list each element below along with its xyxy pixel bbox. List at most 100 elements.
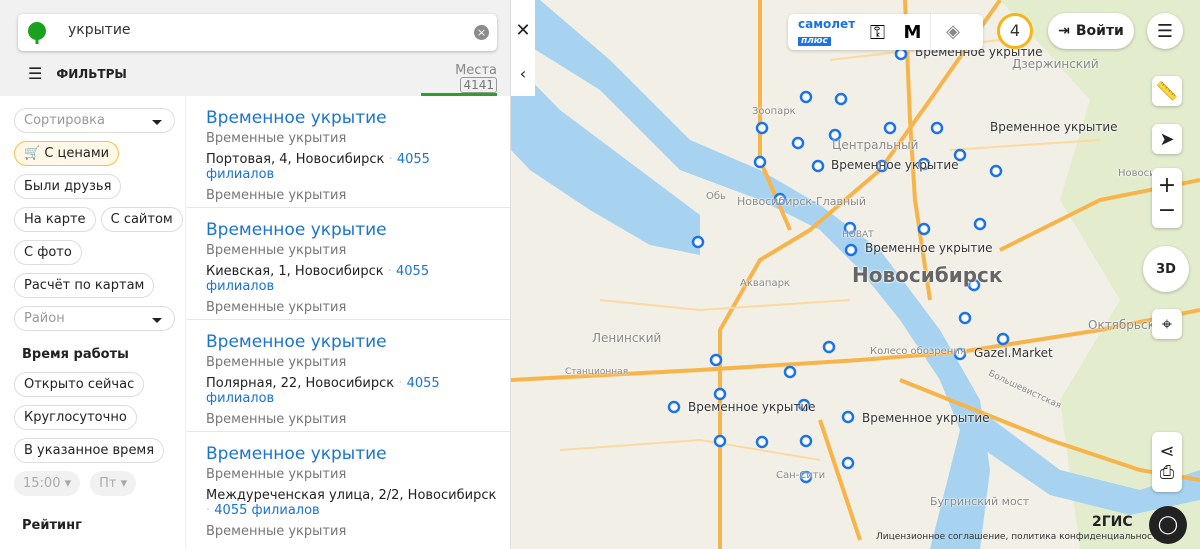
result-item[interactable]: Временное укрытие Временные укрытия Порт…	[187, 96, 510, 208]
footer-links[interactable]: Лицензионное соглашение, политика конфид…	[876, 532, 1163, 542]
zoom-controls: + −	[1152, 168, 1182, 228]
filter-friends[interactable]: Были друзья	[14, 174, 122, 199]
result-title[interactable]: Временное укрытие	[206, 220, 500, 240]
filter-on-map[interactable]: На карте	[14, 207, 96, 232]
result-category: Временные укрытия	[206, 355, 347, 370]
filter-with-prices[interactable]: 🛒 С ценами	[14, 141, 120, 166]
shelter-marker[interactable]	[973, 217, 987, 231]
zoom-out-button[interactable]: −	[1158, 198, 1176, 223]
zoom-in-button[interactable]: +	[1158, 173, 1176, 198]
map-label[interactable]: Gazel.Market	[974, 346, 1053, 360]
shelter-marker[interactable]	[996, 332, 1010, 346]
map-book-button[interactable]: ⌖	[1152, 309, 1182, 339]
filter-24h[interactable]: Круглосуточно	[14, 405, 137, 430]
filter-specified-time[interactable]: В указанное время	[14, 438, 165, 463]
result-rubric: Временные укрытия	[206, 412, 347, 427]
result-address: Портовая, 4, Новосибирск	[206, 152, 385, 167]
shelter-marker[interactable]	[791, 136, 805, 150]
shelter-marker[interactable]	[755, 121, 769, 135]
close-panel-icon[interactable]: ✕	[511, 20, 535, 41]
map-label[interactable]: Временное укрытие	[688, 400, 816, 414]
layers-icon[interactable]: ◈	[930, 14, 975, 50]
result-address: Междуреченская улица, 2/2, Новосибирск	[206, 488, 497, 503]
login-button[interactable]: ⇥ Войти	[1048, 13, 1134, 49]
shelter-marker[interactable]	[917, 222, 931, 236]
shelter-marker[interactable]	[691, 235, 705, 249]
filter-column: Сортировка 🛒 С ценами Были друзья На кар…	[0, 96, 186, 549]
samolet-promo[interactable]: самолет плюс	[788, 18, 860, 46]
shelter-marker[interactable]	[894, 47, 908, 61]
map-label: Сан-Сити	[776, 470, 826, 481]
sort-dropdown[interactable]: Сортировка	[14, 108, 175, 133]
notifications-badge[interactable]: 4	[997, 13, 1033, 49]
result-item[interactable]: Временное укрытие Временные укрытия Межд…	[187, 432, 510, 549]
shelter-marker[interactable]	[755, 435, 769, 449]
map-label: Бугринский мост	[930, 495, 1030, 508]
tab-count: 4141	[460, 77, 497, 93]
shelter-marker[interactable]	[667, 400, 681, 414]
shelter-marker[interactable]	[883, 121, 897, 135]
tab-places[interactable]: Места 4141	[421, 63, 497, 96]
cart-icon: 🛒	[24, 146, 41, 161]
promo-title: самолет	[798, 17, 856, 31]
my-location-button[interactable]: ➤	[1152, 124, 1182, 154]
filter-with-site[interactable]: С сайтом	[100, 207, 183, 232]
shelter-marker[interactable]	[989, 164, 1003, 178]
district-dropdown[interactable]: Район	[14, 306, 175, 331]
ruler-button[interactable]: 📏	[1152, 76, 1182, 106]
shelter-marker[interactable]	[958, 311, 972, 325]
rating-heading: Рейтинг	[22, 518, 82, 533]
parking-key-icon[interactable]: ⚿	[860, 20, 895, 44]
menu-button[interactable]: ☰	[1147, 13, 1183, 49]
map-label: Новосибирск	[852, 263, 1003, 287]
map-label: Дзержинский	[1012, 57, 1099, 71]
shelter-marker[interactable]	[844, 243, 858, 257]
map-label[interactable]: Временное укрытие	[990, 120, 1118, 134]
metro-icon[interactable]: M	[895, 22, 930, 43]
clear-search-icon[interactable]: ×	[474, 25, 489, 40]
map-label[interactable]: Временное укрытие	[865, 241, 993, 255]
hours-heading: Время работы	[22, 347, 129, 362]
filter-card-payment[interactable]: Расчёт по картам	[14, 273, 155, 298]
share-icon[interactable]: ⋖	[1159, 441, 1174, 462]
collapse-panel-icon[interactable]: ‹	[511, 64, 535, 83]
shelter-marker[interactable]	[799, 90, 813, 104]
time-value: 15:00	[23, 476, 61, 491]
2gis-leaf-logo-icon[interactable]	[27, 22, 47, 44]
search-input[interactable]	[68, 22, 448, 38]
result-category: Временные укрытия	[206, 131, 347, 146]
day-select: Пт ▾	[90, 471, 137, 496]
result-title[interactable]: Временное укрытие	[206, 108, 500, 128]
shelter-marker[interactable]	[799, 434, 813, 448]
shelter-marker[interactable]	[713, 434, 727, 448]
filter-open-now[interactable]: Открыто сейчас	[14, 372, 145, 397]
chat-button[interactable]: ◯	[1149, 506, 1187, 544]
shelter-marker[interactable]	[841, 410, 855, 424]
result-title[interactable]: Временное укрытие	[206, 444, 500, 464]
shelter-marker[interactable]	[811, 159, 825, 173]
shelter-marker[interactable]	[709, 353, 723, 367]
shelter-marker[interactable]	[930, 121, 944, 135]
login-icon: ⇥	[1058, 23, 1070, 39]
panel-header: × ☰ ФИЛЬТРЫ Места 4141	[0, 0, 510, 96]
map-label: Зоопарк	[752, 106, 796, 117]
shelter-marker[interactable]	[713, 387, 727, 401]
shelter-marker[interactable]	[841, 456, 855, 470]
result-rubric: Временные укрытия	[206, 300, 347, 315]
result-title[interactable]: Временное укрытие	[206, 332, 500, 352]
result-item[interactable]: Временное укрытие Временные укрытия Киев…	[187, 208, 510, 320]
result-branches-link[interactable]: 4055 филиалов	[214, 503, 319, 518]
shelter-marker[interactable]	[834, 92, 848, 106]
map-label: Новосибирск-Главный	[737, 195, 866, 208]
print-icon[interactable]: ⎙	[1160, 462, 1174, 483]
3d-button[interactable]: 3D	[1143, 246, 1189, 292]
filter-with-photo[interactable]: С фото	[14, 240, 82, 265]
filters-button[interactable]: ☰ ФИЛЬТРЫ	[28, 64, 127, 83]
map-label[interactable]: Временное укрытие	[862, 411, 990, 425]
shelter-marker[interactable]	[753, 155, 767, 169]
shelter-marker[interactable]	[822, 340, 836, 354]
map-label[interactable]: Временное укрытие	[831, 158, 959, 172]
hamburger-icon: ☰	[1156, 20, 1174, 42]
shelter-marker[interactable]	[783, 365, 797, 379]
result-item[interactable]: Временное укрытие Временные укрытия Поля…	[187, 320, 510, 432]
